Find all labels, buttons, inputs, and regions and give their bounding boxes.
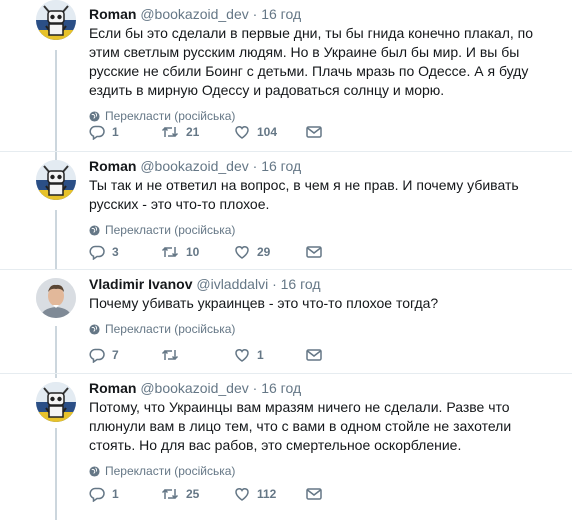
retweet-button[interactable]: 21 [161,124,234,140]
globe-icon [89,110,100,122]
retweet-icon [161,246,179,258]
retweet-button[interactable]: 10 [161,244,234,260]
reply-button[interactable]: 1 [89,124,161,140]
timestamp[interactable]: 16 год [281,276,321,292]
heart-icon [235,488,249,501]
retweet-icon [161,349,179,361]
tweet-text: Потому, что Украинцы вам мразям ничего н… [89,399,512,453]
direct-message-button[interactable] [306,487,322,501]
like-button[interactable]: 29 [234,244,306,260]
translate-link[interactable]: Перекласти (російська) [89,322,558,336]
avatar[interactable] [36,0,76,40]
direct-message-button[interactable] [306,125,322,139]
separator-dot: · [252,158,258,174]
tweet-header: Roman @bookazoid_dev · 16 год [89,5,558,23]
translate-link[interactable]: Перекласти (російська) [89,464,558,478]
tweet-actions: 7 1 [89,347,322,363]
retweet-button[interactable] [161,347,234,363]
globe-icon [89,323,100,335]
conversation-timeline: Roman @bookazoid_dev · 16 год Если бы эт… [0,0,572,520]
author-name[interactable]: Vladimir Ivanov [89,276,192,292]
reply-button[interactable]: 1 [89,486,161,502]
reply-button[interactable]: 3 [89,244,161,260]
like-count: 1 [257,348,264,362]
tweet-header: Vladimir Ivanov @ivladdalvi · 16 год [89,275,558,293]
timestamp[interactable]: 16 год [261,158,301,174]
author-handle[interactable]: @ivladdalvi [196,276,268,292]
direct-message-button[interactable] [306,245,322,259]
heart-icon [235,126,249,139]
robot-avatar-icon [36,160,76,200]
robot-avatar-icon [36,0,76,40]
retweet-button[interactable]: 25 [161,486,234,502]
reply-count: 3 [112,245,119,259]
envelope-icon [306,349,322,361]
tweet-actions: 1 21 104 [89,124,322,140]
reply-count: 1 [112,125,119,139]
reply-icon [89,348,105,363]
envelope-icon [306,246,322,258]
author-handle[interactable]: @bookazoid_dev [140,380,248,396]
reply-button[interactable]: 7 [89,347,161,363]
like-button[interactable]: 112 [234,486,306,502]
separator-dot: · [252,6,258,22]
heart-icon [235,349,249,362]
tweet-header: Roman @bookazoid_dev · 16 год [89,379,558,397]
translate-label: Перекласти (російська) [105,223,236,237]
tweet[interactable]: Roman @bookazoid_dev · 16 год Ты так и н… [0,152,572,270]
avatar[interactable] [36,382,76,422]
like-button[interactable]: 104 [234,124,306,140]
tweet-actions: 3 10 29 [89,244,322,260]
author-name[interactable]: Roman [89,6,136,22]
like-count: 112 [257,487,277,501]
author-name[interactable]: Roman [89,380,136,396]
translate-label: Перекласти (російська) [105,464,236,478]
tweet[interactable]: Vladimir Ivanov @ivladdalvi · 16 год Поч… [0,270,572,374]
reply-icon [89,125,105,140]
retweet-count: 21 [186,125,200,139]
envelope-icon [306,488,322,500]
reply-icon [89,487,105,502]
separator-dot: · [252,380,258,396]
tweet-text: Почему убивать украинцев - это что-то пл… [89,295,439,311]
like-count: 29 [257,245,271,259]
globe-icon [89,224,100,236]
tweet[interactable]: Roman @bookazoid_dev · 16 год Если бы эт… [0,0,572,152]
reply-count: 7 [112,348,119,362]
timestamp[interactable]: 16 год [261,380,301,396]
retweet-icon [161,126,179,138]
author-handle[interactable]: @bookazoid_dev [140,158,248,174]
translate-link[interactable]: Перекласти (російська) [89,223,558,237]
heart-icon [235,246,249,259]
author-name[interactable]: Roman [89,158,136,174]
reply-icon [89,245,105,260]
timestamp[interactable]: 16 год [261,6,301,22]
reply-count: 1 [112,487,119,501]
tweet-header: Roman @bookazoid_dev · 16 год [89,157,558,175]
avatar[interactable] [36,278,76,318]
like-button[interactable]: 1 [234,347,306,363]
tweet-text: Если бы это сделали в первые дни, ты бы … [89,25,534,98]
avatar[interactable] [36,160,76,200]
retweet-icon [161,488,179,500]
tweet-actions: 1 25 112 [89,486,322,502]
retweet-count: 10 [186,245,200,259]
translate-label: Перекласти (російська) [105,109,236,123]
globe-icon [89,465,100,477]
separator-dot: · [272,276,277,292]
translate-label: Перекласти (російська) [105,322,236,336]
tweet[interactable]: Roman @bookazoid_dev · 16 год Потому, чт… [0,374,572,520]
like-count: 104 [257,125,278,139]
author-handle[interactable]: @bookazoid_dev [140,6,248,22]
person-avatar-icon [36,278,76,318]
translate-link[interactable]: Перекласти (російська) [89,109,558,123]
tweet-text: Ты так и не ответил на вопрос, в чем я н… [89,177,519,212]
envelope-icon [306,126,322,138]
direct-message-button[interactable] [306,348,322,362]
robot-avatar-icon [36,382,76,422]
retweet-count: 25 [186,487,200,501]
